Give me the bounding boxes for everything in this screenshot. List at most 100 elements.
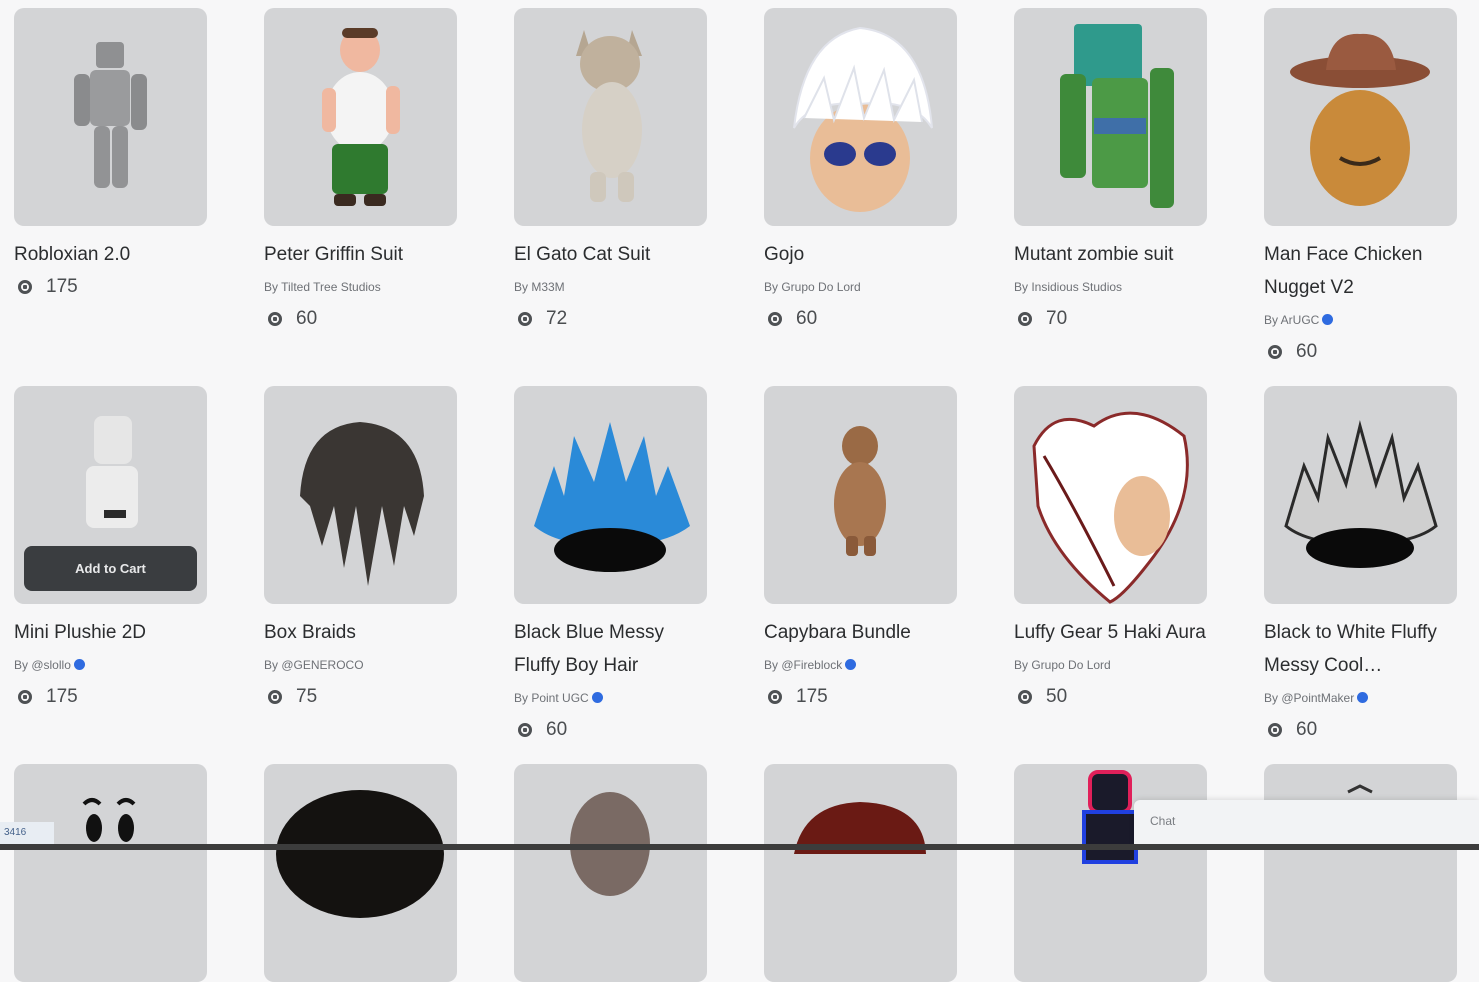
hair-item-icon [276,790,444,918]
window-bottom-edge [0,844,1479,850]
verified-badge-icon [845,659,857,670]
small-item-icon [1347,784,1373,794]
item-thumbnail[interactable]: Add to Cart [14,386,207,604]
verified-badge-icon [1357,692,1369,703]
item-card-mini-plushie-2d[interactable]: Add to Cart Mini Plushie 2D By @slollo 1… [14,386,207,764]
item-price: 60 [514,714,707,746]
robux-icon [1018,312,1032,326]
item-name[interactable]: Black to White Fluffy Messy Cool… [1264,616,1457,682]
robux-icon [768,312,782,326]
item-creator[interactable]: By Grupo Do Lord [1014,649,1207,681]
robux-icon [518,723,532,737]
item-price: 175 [764,681,957,713]
item-price: 50 [1014,681,1207,713]
catalog-grid: Robloxian 2.0 175 Peter Griffin Suit By … [14,8,1457,982]
robux-icon [18,280,32,294]
item-thumbnail[interactable] [764,764,957,982]
robux-icon [268,312,282,326]
item-card-box-braids[interactable]: Box Braids By @GENEROCO 75 [264,386,457,764]
peter-griffin-figure-icon [322,28,400,206]
item-thumbnail[interactable] [1014,8,1207,226]
item-card-el-gato-cat-suit[interactable]: El Gato Cat Suit By M33M 72 [514,8,707,386]
item-thumbnail[interactable] [764,386,957,604]
item-price: 175 [14,271,207,303]
item-card-gojo[interactable]: Gojo By Grupo Do Lord 60 [764,8,957,386]
chat-bar[interactable]: Chat [1134,800,1479,846]
chicken-nugget-cowboy-icon [1290,33,1430,206]
item-card-robloxian[interactable]: Robloxian 2.0 175 [14,8,207,386]
robloxian-figure-icon [74,42,147,188]
item-name[interactable]: Luffy Gear 5 Haki Aura [1014,616,1207,649]
item-name[interactable]: Black Blue Messy Fluffy Boy Hair [514,616,707,682]
item-thumbnail[interactable] [1264,8,1457,226]
item-thumbnail[interactable] [514,386,707,604]
item-creator[interactable]: By Point UGC [514,682,707,714]
item-thumbnail[interactable] [1264,764,1457,982]
red-hair-item-icon [794,802,926,854]
item-creator[interactable]: By Grupo Do Lord [764,271,957,303]
verified-badge-icon [591,692,603,703]
item-creator[interactable]: By @GENEROCO [264,649,457,681]
item-creator[interactable]: By ArUGC [1264,304,1457,336]
item-creator[interactable]: By Insidious Studios [1014,271,1207,303]
robux-icon [518,312,532,326]
item-price: 60 [764,303,957,335]
verified-badge-icon [73,659,85,670]
capybara-figure-icon [834,426,886,556]
zombie-figure-icon [1060,24,1174,208]
cat-figure-icon [576,30,642,202]
item-card-capybara-bundle[interactable]: Capybara Bundle By @Fireblock 175 [764,386,957,764]
item-price: 60 [264,303,457,335]
item-price: 72 [514,303,707,335]
item-card-mutant-zombie-suit[interactable]: Mutant zombie suit By Insidious Studios … [1014,8,1207,386]
item-card-peter-griffin-suit[interactable]: Peter Griffin Suit By Tilted Tree Studio… [264,8,457,386]
item-thumbnail[interactable] [1264,386,1457,604]
item-card-luffy-gear-5-haki-aura[interactable]: Luffy Gear 5 Haki Aura By Grupo Do Lord … [1014,386,1207,764]
item-price: 60 [1264,714,1457,746]
item-price: 60 [1264,336,1457,368]
robux-icon [18,690,32,704]
robux-icon [1268,723,1282,737]
item-thumbnail[interactable] [514,764,707,982]
item-thumbnail[interactable] [14,764,207,982]
item-name[interactable]: Peter Griffin Suit [264,238,457,271]
black-white-hair-icon [1284,420,1438,568]
add-to-cart-button[interactable]: Add to Cart [24,546,197,591]
robux-icon [768,690,782,704]
item-thumbnail[interactable] [1014,764,1207,982]
verified-badge-icon [1322,314,1334,325]
item-name[interactable]: Capybara Bundle [764,616,957,649]
item-name[interactable]: Mini Plushie 2D [14,616,207,649]
item-creator[interactable]: By @slollo [14,649,207,681]
item-price: 75 [264,681,457,713]
item-card-black-to-white-fluffy-hair[interactable]: Black to White Fluffy Messy Cool… By @Po… [1264,386,1457,764]
item-thumbnail[interactable] [514,8,707,226]
robux-icon [268,690,282,704]
item-name[interactable]: Box Braids [264,616,457,649]
robux-icon [1268,345,1282,359]
status-tag: 3416 [0,822,54,844]
item-name[interactable]: Man Face Chicken Nugget V2 [1264,238,1457,304]
item-thumbnail[interactable] [14,8,207,226]
item-creator[interactable]: By @Fireblock [764,649,957,681]
item-name[interactable]: Mutant zombie suit [1014,238,1207,271]
item-price: 175 [14,681,207,713]
item-name[interactable]: Gojo [764,238,957,271]
item-creator[interactable]: By @PointMaker [1264,682,1457,714]
face-item-icon [82,798,136,842]
item-thumbnail[interactable] [764,8,957,226]
item-thumbnail[interactable] [264,8,457,226]
item-thumbnail[interactable] [1014,386,1207,604]
item-name[interactable]: El Gato Cat Suit [514,238,707,271]
item-creator[interactable]: By Tilted Tree Studios [264,271,457,303]
chat-label: Chat [1150,814,1176,828]
item-creator[interactable]: By M33M [514,271,707,303]
robux-icon [1018,690,1032,704]
item-thumbnail[interactable] [264,386,457,604]
item-price: 70 [1014,303,1207,335]
item-name[interactable]: Robloxian 2.0 [14,238,207,271]
item-thumbnail[interactable] [264,764,457,982]
braids-hair-icon [300,422,424,586]
item-card-man-face-chicken-nugget[interactable]: Man Face Chicken Nugget V2 By ArUGC 60 [1264,8,1457,386]
item-card-black-blue-messy-hair[interactable]: Black Blue Messy Fluffy Boy Hair By Poin… [514,386,707,764]
